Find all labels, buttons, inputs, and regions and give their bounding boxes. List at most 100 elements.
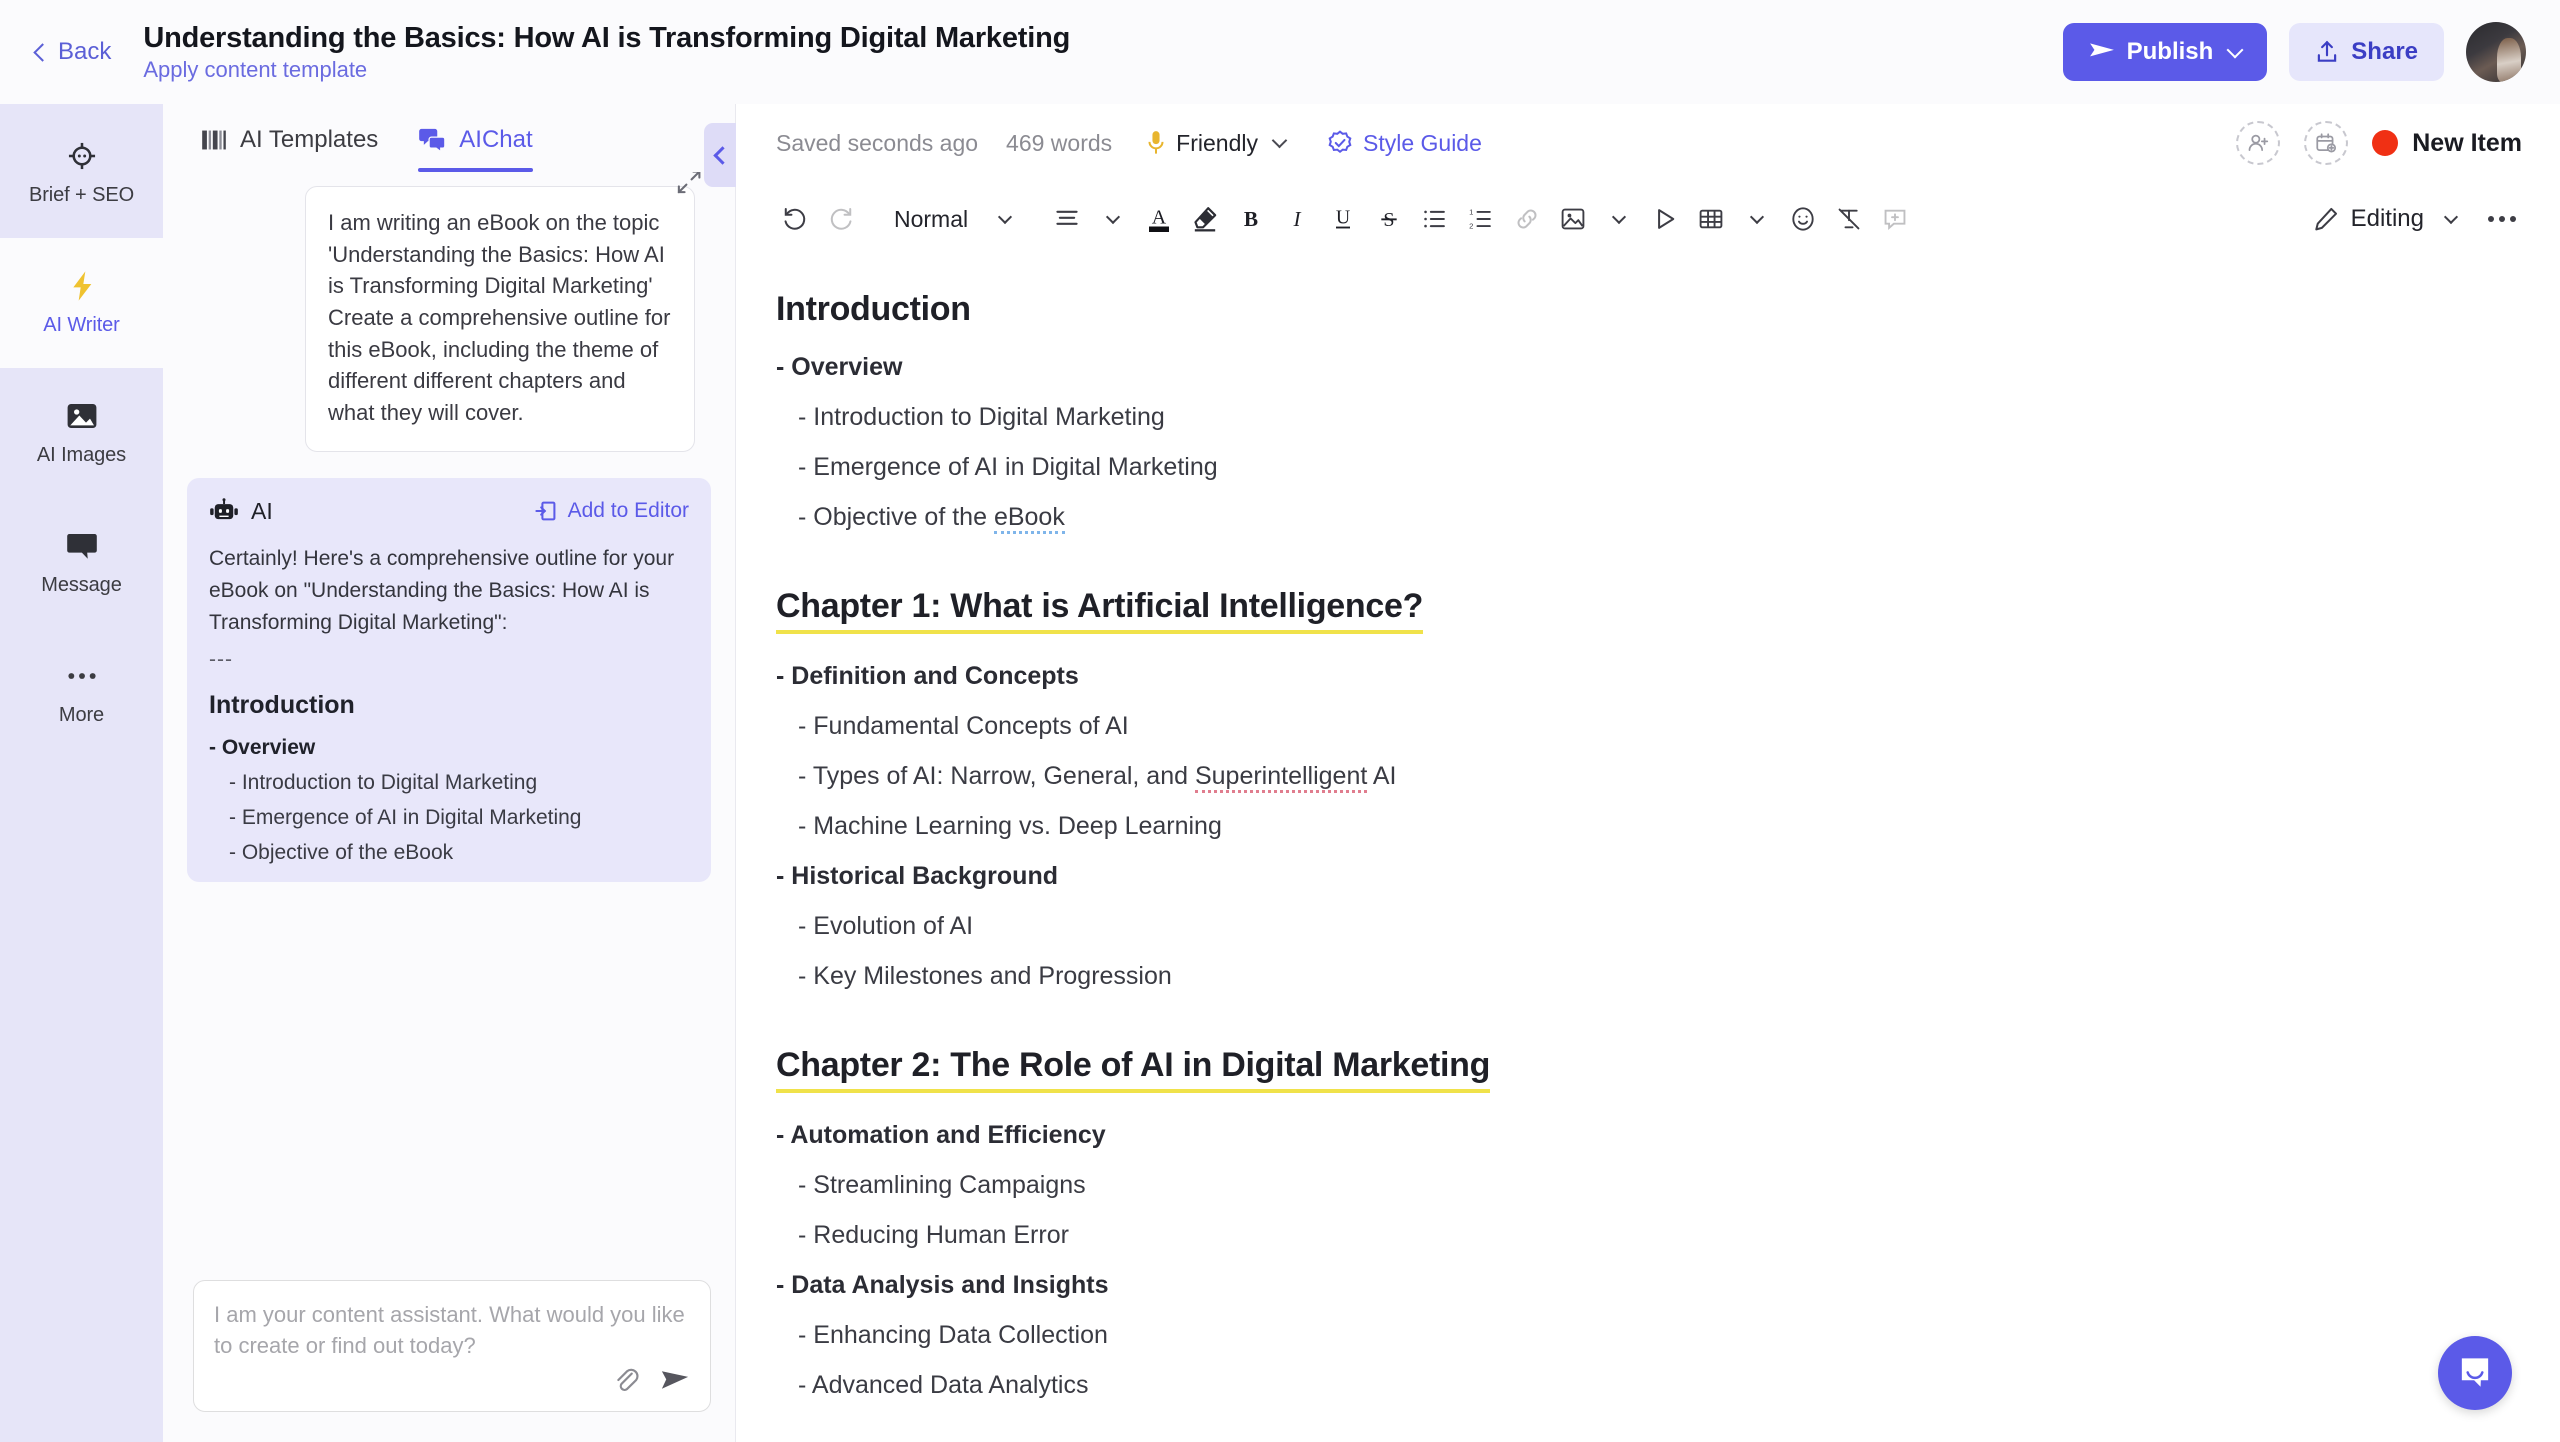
add-comment-button[interactable] [1872,196,1918,242]
align-dropdown[interactable] [1090,196,1136,242]
expand-icon[interactable] [676,172,702,200]
emoji-button[interactable] [1780,196,1826,242]
document-list-item: - Evolution of AI [798,912,974,940]
toolbar-more-button[interactable] [2478,216,2526,222]
send-icon[interactable] [660,1367,690,1398]
paragraph-style-dropdown[interactable] [982,196,1028,242]
editing-mode-label: Editing [2350,205,2424,232]
new-item-label: New Item [2412,128,2522,157]
add-to-editor-label: Add to Editor [567,499,689,523]
toolbar-right-group: Editing [2307,196,2526,242]
tab-ai-templates[interactable]: AI Templates [201,126,378,172]
spellcheck-word[interactable]: eBook [993,503,1065,534]
send-icon [2089,43,2114,57]
editing-mode-button[interactable]: Editing [2307,205,2424,233]
document-list-item: - Objective of the eBook [776,501,2520,534]
publish-button[interactable]: Publish [2062,23,2268,81]
word-count: 469 words [1006,129,1113,156]
add-to-editor-button[interactable]: Add to Editor [534,499,689,523]
insert-table-dropdown[interactable] [1734,196,1780,242]
document-list-item: - Types of AI: Narrow, General, and Supe… [776,760,2520,793]
top-bar-actions: Publish Share [2062,22,2526,82]
svg-text:B: B [1244,207,1258,231]
sidebar-item-label: More [58,704,105,726]
table-icon [1699,209,1723,229]
tone-selector[interactable]: Friendly [1146,129,1288,157]
play-icon [1658,209,1675,229]
link-button[interactable] [1504,196,1550,242]
bullet-list-button[interactable] [1412,196,1458,242]
chat-input-box[interactable]: I am your content assistant. What would … [193,1280,711,1412]
chevron-down-icon [1612,209,1627,224]
numbered-list-button[interactable]: 12 [1458,196,1504,242]
sidebar-item-brief-seo[interactable]: Brief + SEO [0,108,163,238]
chevron-down-icon [1271,132,1288,149]
ai-chat-panel: AI Templates AIChat I am writing an eBoo… [163,104,736,1442]
chevron-left-icon [712,145,732,165]
svg-text:A: A [1152,206,1167,228]
pencil-icon [2314,207,2337,231]
strikethrough-button[interactable]: S [1366,196,1412,242]
clear-formatting-button[interactable] [1826,196,1872,242]
title-block: Understanding the Basics: How AI is Tran… [143,22,1070,83]
ai-outline-heading: Introduction [209,691,355,720]
add-user-button[interactable] [2236,121,2281,165]
align-button[interactable] [1044,196,1090,242]
ai-outline-item: - Introduction to Digital Marketing [229,771,538,795]
back-button[interactable]: Back [26,32,121,72]
sidebar-item-label: AI Images [36,444,127,466]
document-canvas[interactable]: Introduction - Overview - Introduction t… [736,256,2560,1442]
text-color-button[interactable]: A [1136,196,1182,242]
document-bold-item: - Definition and Concepts [776,662,1079,690]
insert-image-button[interactable] [1550,196,1596,242]
apply-content-template-link[interactable]: Apply content template [143,57,1070,82]
sidebar-item-more[interactable]: More [0,628,163,758]
chat-input-placeholder: I am your content assistant. What would … [214,1302,685,1359]
back-label: Back [58,38,112,65]
add-comment-icon [1884,209,1906,230]
undo-button[interactable] [772,196,818,242]
sidebar-item-label: AI Writer [43,314,120,336]
insert-media-button[interactable] [1642,196,1688,242]
chevron-down-icon [998,209,1013,224]
underline-button[interactable]: U [1320,196,1366,242]
tab-aichat[interactable]: AIChat [418,126,534,172]
sidebar-item-message[interactable]: Message [0,498,163,628]
chevron-down-icon [2443,209,2459,224]
document-bold-item: - Overview [776,353,903,381]
redo-button[interactable] [818,196,864,242]
bold-button[interactable]: B [1228,196,1274,242]
chat-bubbles-icon [419,128,446,153]
tone-label: Friendly [1176,129,1258,156]
document-list-item: - Enhancing Data Collection [798,1321,1108,1349]
chat-message-list[interactable]: I am writing an eBook on the topic 'Unde… [163,172,735,1280]
editor-status-bar: Saved seconds ago 469 words Friendly Sty… [736,104,2560,182]
highlight-button[interactable] [1182,196,1228,242]
top-bar: Back Understanding the Basics: How AI is… [0,0,2560,104]
italic-button[interactable]: I [1274,196,1320,242]
add-to-document-icon [534,501,556,521]
emoji-icon [1792,207,1814,231]
share-button[interactable]: Share [2289,23,2444,81]
editing-mode-dropdown[interactable] [2428,196,2474,242]
share-label: Share [2351,38,2418,65]
sidebar-item-ai-images[interactable]: AI Images [0,368,163,498]
chevron-down-icon [1106,209,1121,224]
document-bold-item: - Data Analysis and Insights [776,1271,1109,1299]
insert-image-dropdown[interactable] [1596,196,1642,242]
svg-text:U: U [1336,207,1350,229]
lightning-icon [67,269,97,303]
insert-table-button[interactable] [1688,196,1734,242]
new-item-button[interactable]: New Item [2372,129,2522,158]
support-chat-button[interactable] [2438,1336,2512,1410]
paragraph-style-label[interactable]: Normal [880,206,982,233]
spellcheck-word[interactable]: Superintelligent [1194,762,1368,793]
style-guide-button[interactable]: Style Guide [1327,130,1482,157]
editor-toolbar: Normal A B I U 1 2 Editing [736,182,2560,256]
paperclip-icon[interactable] [612,1366,640,1399]
chat-input-actions [214,1366,690,1399]
collapse-panel-button[interactable] [704,123,736,187]
schedule-button[interactable] [2304,121,2349,165]
sidebar-item-ai-writer[interactable]: AI Writer [0,238,163,368]
avatar[interactable] [2466,22,2526,82]
